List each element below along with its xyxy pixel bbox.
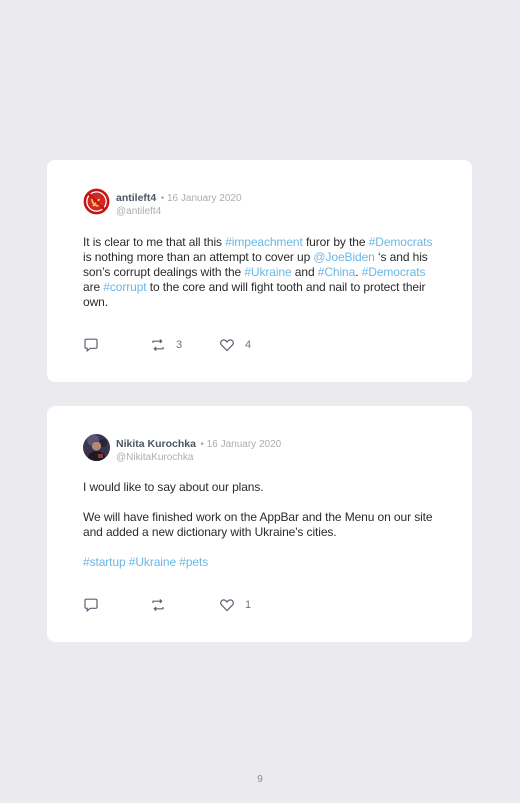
tweet-text: It is clear to me that all this #impeach… [83,235,443,310]
no-hammer-sickle-icon [83,188,110,215]
hashtag-link[interactable]: #pets [179,555,208,569]
author-info: antileft4 • 16 January 2020 @antileft4 [116,190,242,218]
heart-icon [220,339,234,352]
author-handle[interactable]: @antileft4 [116,205,242,218]
retweet-button[interactable]: 3 [150,337,182,353]
reply-icon [84,338,98,353]
reply-button[interactable] [83,597,99,613]
retweet-icon [152,339,164,351]
heart-icon [220,599,234,612]
author-name[interactable]: Nikita Kurochka [116,438,196,450]
hashtag-link[interactable]: #Ukraine [244,265,291,279]
tweet-actions: 3 4 [83,337,283,353]
hashtag-link[interactable]: #impeachment [225,235,303,249]
hashtag-link[interactable]: #startup [83,555,126,569]
author-info: Nikita Kurochka • 16 January 2020 @Nikit… [116,436,281,464]
mention-link[interactable]: @JoeBiden [313,250,374,264]
avatar[interactable] [83,434,110,461]
text-segment: are [83,280,104,294]
reply-button[interactable] [83,337,99,353]
paragraph: We will have finished work on the AppBar… [83,510,433,539]
tweet-actions: 1 [83,597,283,613]
text-segment: and [291,265,318,279]
like-count: 4 [245,339,252,351]
text-segment: furor by the [302,235,369,249]
paragraph: I would like to say about our plans. [83,480,264,494]
avatar[interactable] [83,188,110,215]
author-handle[interactable]: @NikitaKurochka [116,451,281,464]
page-number: 9 [257,774,263,785]
hashtag-link[interactable]: #Democrats [362,265,426,279]
retweet-button[interactable] [150,597,166,613]
text-segment: is nothing more than an attempt to cover… [83,250,314,264]
like-count: 1 [245,599,252,611]
hashtag-link[interactable]: #China [318,265,356,279]
tweet-card: antileft4 • 16 January 2020 @antileft4 I… [47,160,472,382]
tweet-card: Nikita Kurochka • 16 January 2020 @Nikit… [47,406,472,642]
like-button[interactable]: 1 [219,597,251,613]
retweet-count: 3 [176,339,183,351]
like-button[interactable]: 4 [219,337,251,353]
retweet-icon [152,599,164,611]
hashtag-link[interactable]: #Democrats [369,235,433,249]
post-date: • 16 January 2020 [160,193,242,204]
author-name[interactable]: antileft4 [116,192,156,204]
hashtag-link[interactable]: #corrupt [103,280,146,294]
hashtag-link[interactable]: #Ukraine [129,555,176,569]
user-photo-avatar [83,434,110,461]
tweet-text: I would like to say about our plans. We … [83,480,443,570]
hashtag-line: #startup #Ukraine #pets [83,555,443,570]
post-date: • 16 January 2020 [200,439,282,450]
reply-icon [84,598,98,613]
text-segment: It is clear to me that all this [83,235,226,249]
